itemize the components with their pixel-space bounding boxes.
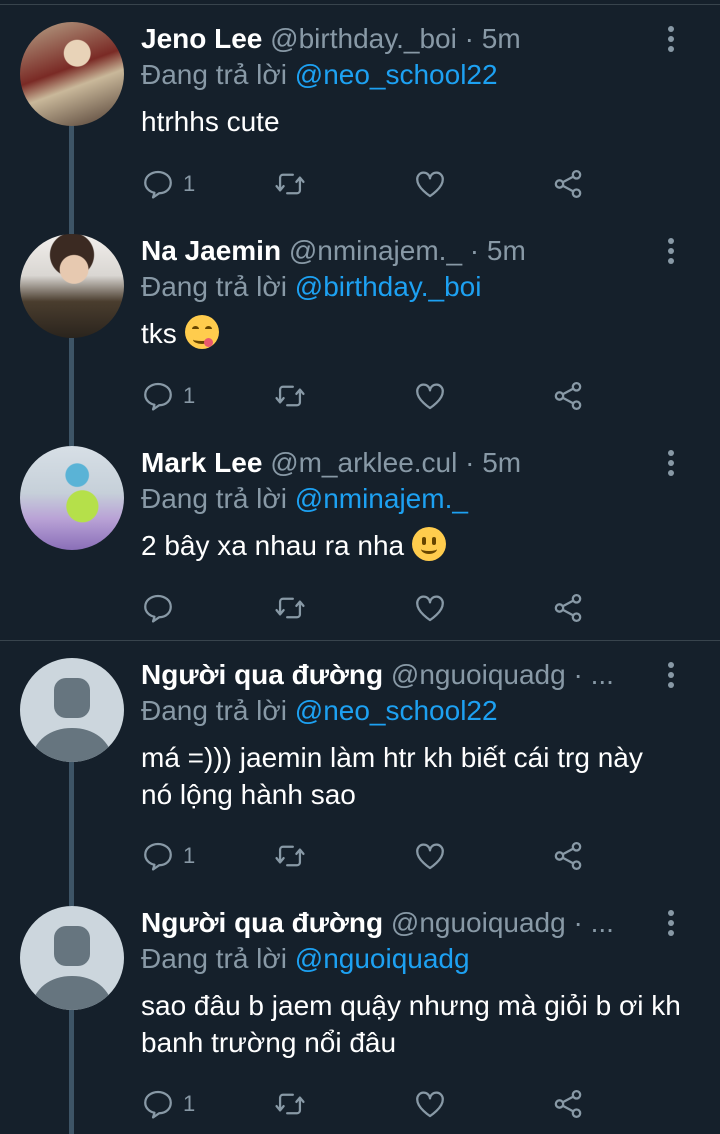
author-name[interactable]: Mark Lee [141, 447, 262, 478]
reply-button[interactable]: 1 [141, 836, 195, 876]
default-avatar-icon [30, 678, 114, 762]
retweet-button[interactable] [273, 376, 307, 416]
timestamp: · ... [573, 659, 614, 690]
reply-button[interactable]: 1 [141, 376, 195, 416]
like-button[interactable] [413, 588, 447, 628]
mention-link[interactable]: @nguoiquadg [295, 943, 470, 974]
share-icon [554, 1089, 582, 1119]
reply-icon [144, 842, 172, 871]
author-name[interactable]: Na Jaemin [141, 235, 281, 266]
like-button[interactable] [413, 836, 447, 876]
author-handle[interactable]: @nminajem._ [289, 235, 462, 266]
retweet-button[interactable] [273, 164, 307, 204]
timestamp: · 5m [469, 235, 526, 266]
timestamp: · ... [573, 907, 614, 938]
tweet[interactable]: Người qua đường @nguoiquadg · ... Đang t… [0, 884, 720, 1134]
reply-count: 1 [183, 843, 196, 868]
like-button[interactable] [413, 164, 447, 204]
action-bar: 1 [141, 164, 601, 204]
like-icon [416, 1091, 444, 1118]
like-icon [416, 843, 444, 870]
mention-link[interactable]: @birthday._boi [295, 271, 482, 302]
reply-icon [144, 382, 172, 411]
retweet-button[interactable] [273, 1084, 307, 1124]
author-handle[interactable]: @nguoiquadg [391, 907, 566, 938]
action-bar: 1 [141, 1084, 601, 1124]
tweet[interactable]: Jeno Lee @birthday._boi · 5m Đang trả lờ… [0, 0, 720, 212]
tweet-text: tks [141, 318, 177, 349]
like-button[interactable] [413, 1084, 447, 1124]
mention-link[interactable]: @neo_school22 [295, 695, 498, 726]
tweet[interactable]: Mark Lee @m_arklee.cul · 5m Đang trả lời… [0, 424, 720, 640]
like-icon [416, 595, 444, 622]
timestamp: · 5m [464, 23, 521, 54]
reply-count: 1 [183, 1091, 196, 1116]
more-vertical-icon[interactable] [666, 26, 676, 56]
action-bar: 1 [141, 376, 601, 416]
more-vertical-icon[interactable] [666, 662, 676, 692]
mention-link[interactable]: @nminajem._ [295, 483, 468, 514]
tweet-text: 2 bây xa nhau ra nha [141, 530, 405, 561]
reply-button[interactable]: 1 [141, 1084, 195, 1124]
replying-to-label: Đang trả lời [141, 695, 287, 726]
smile-emoji-icon [411, 527, 446, 561]
yum-emoji-icon [184, 315, 219, 349]
tweet[interactable]: Na Jaemin @nminajem._ · 5m Đang trả lời … [0, 212, 720, 424]
action-bar: 1 [141, 836, 601, 876]
avatar[interactable] [20, 446, 124, 550]
retweet-button[interactable] [273, 588, 307, 628]
like-icon [416, 383, 444, 410]
author-handle[interactable]: @birthday._boi [270, 23, 457, 54]
author-handle[interactable]: @m_arklee.cul [270, 447, 457, 478]
retweet-icon [275, 173, 305, 195]
more-vertical-icon[interactable] [666, 238, 676, 268]
author-name[interactable]: Người qua đường [141, 659, 383, 690]
share-button[interactable] [551, 588, 585, 628]
tweet-text: htrhhs cute [141, 106, 280, 137]
retweet-icon [275, 597, 305, 619]
tweet-text: sao đâu b jaem quậy nhưng mà giỏi b ơi k… [141, 990, 681, 1058]
share-icon [554, 169, 582, 199]
avatar[interactable] [20, 906, 124, 1010]
avatar[interactable] [20, 658, 124, 762]
retweet-icon [275, 845, 305, 867]
replying-to-label: Đang trả lời [141, 271, 287, 302]
reply-button[interactable] [141, 588, 183, 628]
tweet-text: má =))) jaemin làm htr kh biết cái trg n… [141, 742, 643, 810]
author-handle[interactable]: @nguoiquadg [391, 659, 566, 690]
share-icon [554, 381, 582, 411]
mention-link[interactable]: @neo_school22 [295, 59, 498, 90]
timestamp: · 5m [465, 447, 522, 478]
author-name[interactable]: Jeno Lee [141, 23, 262, 54]
reply-icon [144, 1090, 172, 1119]
action-bar [141, 588, 601, 628]
retweet-icon [275, 1093, 305, 1115]
reply-icon [144, 170, 172, 199]
reply-button[interactable]: 1 [141, 164, 195, 204]
more-vertical-icon[interactable] [666, 910, 676, 940]
retweet-icon [275, 385, 305, 407]
reply-count: 1 [183, 171, 196, 196]
replying-to-label: Đang trả lời [141, 943, 287, 974]
reply-count: 1 [183, 383, 196, 408]
share-button[interactable] [551, 164, 585, 204]
author-name[interactable]: Người qua đường [141, 907, 383, 938]
avatar[interactable] [20, 22, 124, 126]
more-vertical-icon[interactable] [666, 450, 676, 480]
replying-to-label: Đang trả lời [141, 483, 287, 514]
replying-to-label: Đang trả lời [141, 59, 287, 90]
share-button[interactable] [551, 836, 585, 876]
like-button[interactable] [413, 376, 447, 416]
share-button[interactable] [551, 1084, 585, 1124]
avatar[interactable] [20, 234, 124, 338]
reply-icon [144, 594, 172, 623]
like-icon [416, 171, 444, 198]
default-avatar-icon [30, 926, 114, 1010]
retweet-button[interactable] [273, 836, 307, 876]
share-icon [554, 593, 582, 623]
share-button[interactable] [551, 376, 585, 416]
tweet[interactable]: Người qua đường @nguoiquadg · ... Đang t… [0, 636, 720, 884]
share-icon [554, 841, 582, 871]
